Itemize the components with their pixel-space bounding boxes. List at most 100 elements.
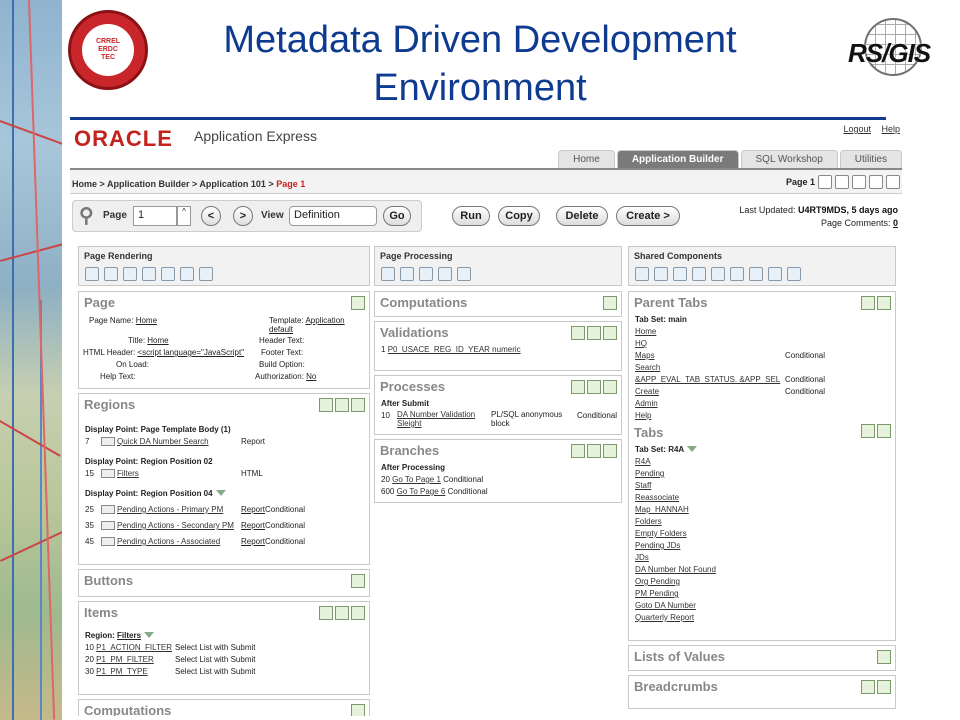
title-link[interactable]: Home xyxy=(147,336,168,345)
parent-tab-link[interactable]: Maps xyxy=(635,351,655,360)
comment-icon[interactable] xyxy=(835,175,849,189)
grid-icon[interactable] xyxy=(319,606,333,620)
html-header-link[interactable]: <script language="JavaScript" xyxy=(137,348,244,357)
delete-button[interactable]: Delete xyxy=(556,206,608,226)
view-select[interactable]: Definition xyxy=(289,206,377,226)
tab-application-builder[interactable]: Application Builder xyxy=(616,150,739,168)
grid-icon[interactable] xyxy=(571,444,585,458)
lock-icon[interactable] xyxy=(768,267,782,281)
sort-icon[interactable] xyxy=(687,446,698,452)
copy-icon[interactable] xyxy=(587,444,601,458)
region-link[interactable]: Filters xyxy=(117,468,139,480)
help-link[interactable]: Help xyxy=(881,124,900,134)
grid-icon[interactable] xyxy=(571,380,585,394)
items-region-link[interactable]: Filters xyxy=(117,631,141,640)
tab-home[interactable]: Home xyxy=(558,150,615,168)
crumb-home[interactable]: Home xyxy=(72,179,97,189)
authorization-link[interactable]: No xyxy=(306,372,316,381)
lov-icon[interactable] xyxy=(673,267,687,281)
crumb-application[interactable]: Application 101 xyxy=(199,179,266,189)
add-icon[interactable] xyxy=(877,424,891,438)
copy-icon[interactable] xyxy=(335,606,349,620)
item-link[interactable]: P1_PM_FILTER xyxy=(96,655,154,664)
computation-icon[interactable] xyxy=(180,267,194,281)
add-icon[interactable] xyxy=(877,296,891,310)
logout-link[interactable]: Logout xyxy=(843,124,871,134)
theme-icon[interactable] xyxy=(749,267,763,281)
add-icon[interactable] xyxy=(351,574,365,588)
validation-icon[interactable] xyxy=(419,267,433,281)
parent-tab-link[interactable]: Help xyxy=(635,411,651,420)
search-icon[interactable]: ⚲ xyxy=(79,203,94,228)
tab-sql-workshop[interactable]: SQL Workshop xyxy=(740,150,838,168)
triangle-icon[interactable] xyxy=(85,267,99,281)
tab-link[interactable]: Org Pending xyxy=(635,577,680,586)
grid-icon[interactable] xyxy=(571,326,585,340)
triangle-icon[interactable] xyxy=(381,267,395,281)
edit-icon[interactable] xyxy=(351,296,365,310)
tab-link[interactable]: JDs xyxy=(635,553,649,562)
parent-tab-link[interactable]: Admin xyxy=(635,399,658,408)
tabs-icon[interactable] xyxy=(654,267,668,281)
swap-icon[interactable] xyxy=(787,267,801,281)
region-link[interactable]: Pending Actions - Associated xyxy=(117,536,220,548)
parent-tab-link[interactable]: Create xyxy=(635,387,659,396)
item-icon[interactable] xyxy=(161,267,175,281)
grid-icon[interactable] xyxy=(319,398,333,412)
item-link[interactable]: P1_PM_TYPE xyxy=(96,667,148,676)
page-number-input[interactable]: 1 xyxy=(133,206,177,226)
item-link[interactable]: P1_ACTION_FILTER xyxy=(96,643,172,652)
list-icon[interactable] xyxy=(711,267,725,281)
page-spinner[interactable]: ^ xyxy=(177,206,191,226)
down-icon[interactable] xyxy=(869,175,883,189)
copy-icon[interactable] xyxy=(587,380,601,394)
grid-icon[interactable] xyxy=(861,680,875,694)
region-link[interactable]: Pending Actions - Primary PM xyxy=(117,504,223,516)
create-button[interactable]: Create > xyxy=(616,206,680,226)
item-icon[interactable] xyxy=(400,267,414,281)
add-icon[interactable] xyxy=(351,606,365,620)
add-icon[interactable] xyxy=(351,704,365,716)
add-icon[interactable] xyxy=(603,380,617,394)
tab-link[interactable]: Empty Folders xyxy=(635,529,687,538)
grid-icon[interactable] xyxy=(861,424,875,438)
parent-tab-link[interactable]: Home xyxy=(635,327,656,336)
process-link[interactable]: DA Number Validation Sleight xyxy=(397,410,481,428)
gear-icon[interactable] xyxy=(438,267,452,281)
prev-page-button[interactable]: < xyxy=(201,206,221,226)
branch-link[interactable]: Go To Page 6 xyxy=(397,487,446,496)
branch-arrow-icon[interactable] xyxy=(457,267,471,281)
sort-icon[interactable] xyxy=(215,490,226,496)
up-icon[interactable] xyxy=(852,175,866,189)
check-icon[interactable] xyxy=(886,175,900,189)
gear-icon[interactable] xyxy=(199,267,213,281)
add-icon[interactable] xyxy=(603,326,617,340)
region-link[interactable]: Pending Actions - Secondary PM xyxy=(117,520,234,532)
tab-link[interactable]: Folders xyxy=(635,517,662,526)
copy-icon[interactable] xyxy=(335,398,349,412)
tab-link[interactable]: Goto DA Number xyxy=(635,601,696,610)
validation-link[interactable]: P0_USACE_REG_ID_YEAR numeric xyxy=(388,345,521,354)
copy-icon[interactable] xyxy=(587,326,601,340)
triangle-icon[interactable] xyxy=(635,267,649,281)
page-comments-link[interactable]: 0 xyxy=(893,218,898,228)
parent-tab-link[interactable]: Search xyxy=(635,363,660,372)
add-icon[interactable] xyxy=(877,680,891,694)
tab-link[interactable]: Map_HANNAH xyxy=(635,505,689,514)
parent-tab-link[interactable]: HQ xyxy=(635,339,647,348)
crumb-app-builder[interactable]: Application Builder xyxy=(107,179,190,189)
tab-link[interactable]: Pending JDs xyxy=(635,541,680,550)
tab-utilities[interactable]: Utilities xyxy=(839,150,902,168)
add-icon[interactable] xyxy=(877,650,891,664)
add-icon[interactable] xyxy=(603,444,617,458)
add-icon[interactable] xyxy=(603,296,617,310)
page-icon[interactable] xyxy=(104,267,118,281)
copy-button[interactable]: Copy xyxy=(498,206,540,226)
add-icon[interactable] xyxy=(351,398,365,412)
tab-link[interactable]: DA Number Not Found xyxy=(635,565,716,574)
tab-link[interactable]: R4A xyxy=(635,457,651,466)
region-link[interactable]: Quick DA Number Search xyxy=(117,436,209,448)
region-icon[interactable] xyxy=(123,267,137,281)
parent-tab-link[interactable]: &APP_EVAL_TAB_STATUS. &APP_SEL xyxy=(635,374,781,386)
run-button[interactable]: Run xyxy=(452,206,490,226)
